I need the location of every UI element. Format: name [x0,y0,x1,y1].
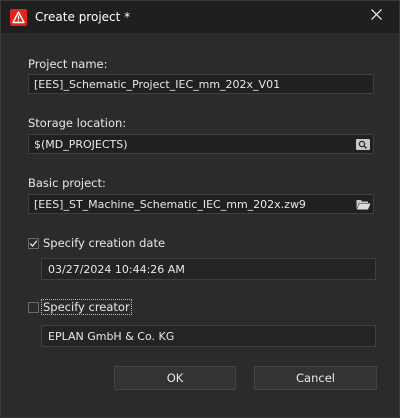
creator-checkbox[interactable] [28,301,39,313]
project-name-label: Project name: [28,57,108,71]
creator-input[interactable]: EPLAN GmbH & Co. KG [41,325,376,347]
storage-location-label: Storage location: [28,116,127,130]
creator-label[interactable]: Specify creator [41,299,132,315]
project-name-value: [EES]_Schematic_Project_IEC_mm_202x_V01 [34,77,281,91]
folder-open-icon [356,199,370,209]
storage-location-input[interactable]: $(MD_PROJECTS) [28,134,374,154]
basic-project-value: [EES]_ST_Machine_Schematic_IEC_mm_202x.z… [34,197,306,211]
title-bar[interactable]: Create project * [1,1,399,33]
close-icon [370,8,382,20]
window-title: Create project * [35,10,131,24]
creator-checkbox-row[interactable]: Specify creator [28,299,132,315]
basic-project-browse-button[interactable] [355,197,371,211]
creation-date-checkbox[interactable] [28,237,39,249]
creation-date-input[interactable]: 03/27/2024 10:44:26 AM [41,258,376,280]
checkmark-icon [29,239,38,247]
creation-date-checkbox-row[interactable]: Specify creation date [28,235,166,251]
search-icon [356,138,370,150]
basic-project-input[interactable]: [EES]_ST_Machine_Schematic_IEC_mm_202x.z… [28,194,374,214]
cancel-button-label: Cancel [296,371,335,385]
create-project-dialog: Create project * Project name: [EES]_Sch… [0,0,400,418]
creation-date-label[interactable]: Specify creation date [42,236,166,250]
storage-location-browse-button[interactable] [355,137,371,151]
eplan-app-icon [10,9,27,26]
close-button[interactable] [361,3,391,25]
basic-project-label: Basic project: [28,176,106,190]
storage-location-value: $(MD_PROJECTS) [34,137,128,151]
project-name-input[interactable]: [EES]_Schematic_Project_IEC_mm_202x_V01 [28,74,374,94]
creator-value: EPLAN GmbH & Co. KG [48,329,175,343]
cancel-button[interactable]: Cancel [254,366,377,390]
creation-date-value: 03/27/2024 10:44:26 AM [48,262,185,276]
ok-button[interactable]: OK [114,366,236,390]
ok-button-label: OK [166,371,184,385]
dialog-body: Project name: [EES]_Schematic_Project_IE… [1,33,399,417]
